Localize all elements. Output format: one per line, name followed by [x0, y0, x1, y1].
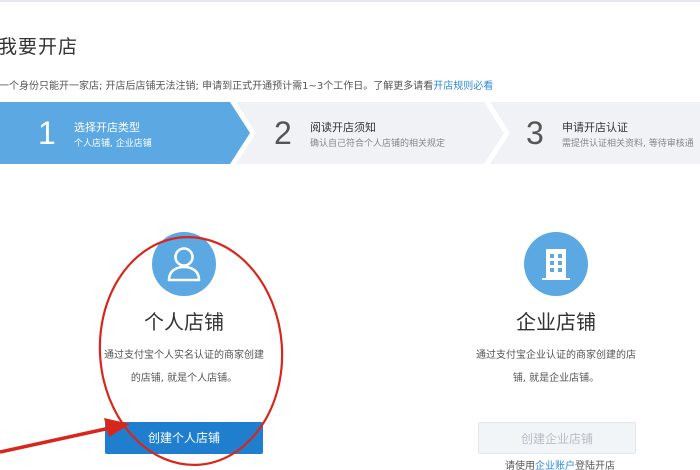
step-3-number: 3 [526, 115, 544, 151]
personal-shop-desc-line2: 的店铺, 就是个人店铺。 [130, 373, 238, 384]
hint-suffix: 登陆开店 [575, 461, 615, 470]
step-1-title: 选择开店类型 [74, 121, 140, 134]
create-personal-shop-button[interactable]: 创建个人店铺 [105, 422, 263, 454]
step-2-title: 阅读开店须知 [310, 121, 376, 134]
personal-shop-title: 个人店铺 [144, 310, 224, 334]
annotation-arrow-shaft [0, 426, 111, 454]
hint-prefix: 请使用 [505, 461, 535, 470]
step-progress: 1 选择开店类型 个人店铺, 企业店铺 2 阅读开店须知 确认自己符合个人店铺的… [0, 102, 700, 164]
notice-text: 一个身份只能开一家店; 开店后店铺无法注销; 申请到正式开通预计需1~3个工作日… [0, 81, 434, 92]
step-1-number: 1 [38, 115, 56, 151]
step-3-subtitle: 需提供认证相关资料, 等待审核通 [562, 139, 694, 149]
step-1-subtitle: 个人店铺, 企业店铺 [74, 139, 152, 149]
step-3-title: 申请开店认证 [562, 121, 628, 134]
enterprise-shop-desc-line2: 铺, 就是企业店铺。 [512, 373, 600, 384]
create-enterprise-shop-button[interactable]: 创建企业店铺 [478, 422, 636, 454]
page-title: 我要开店 [0, 36, 79, 58]
step-1: 1 选择开店类型 个人店铺, 企业店铺 [0, 102, 250, 164]
step-2-subtitle: 确认自己符合个人店铺的相关规定 [310, 139, 446, 149]
top-divider [0, 0, 700, 2]
enterprise-shop-title: 企业店铺 [516, 310, 596, 334]
user-icon [152, 232, 216, 296]
building-icon [524, 232, 588, 296]
annotation-overlay [0, 236, 284, 466]
enterprise-shop-desc-line1: 通过支付宝企业认证的商家创建的店 [476, 350, 636, 361]
shop-rules-link[interactable]: 开店规则必看 [433, 81, 493, 92]
enterprise-account-link[interactable]: 企业账户 [535, 461, 575, 470]
step-3: 3 申请开店认证 需提供认证相关资料, 等待审核通 [490, 102, 700, 164]
step-2-number: 2 [274, 115, 292, 151]
personal-shop-description: 通过支付宝个人实名认证的商家创建 的店铺, 就是个人店铺。 [96, 344, 272, 390]
step-2: 2 阅读开店须知 确认自己符合个人店铺的相关规定 [236, 102, 504, 164]
shop-notice: 一个身份只能开一家店; 开店后店铺无法注销; 申请到正式开通预计需1~3个工作日… [0, 77, 493, 92]
personal-shop-desc-line1: 通过支付宝个人实名认证的商家创建 [104, 350, 264, 361]
enterprise-shop-description: 通过支付宝企业认证的商家创建的店 铺, 就是企业店铺。 [470, 344, 642, 390]
enterprise-login-hint: 请使用企业账户登陆开店 [505, 457, 615, 470]
